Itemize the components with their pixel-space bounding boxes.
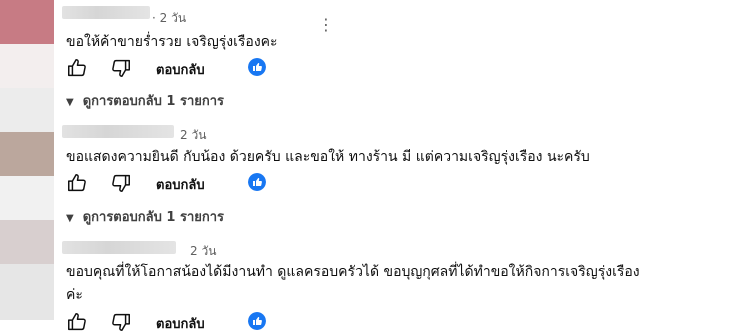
facebook-like-icon [248,173,266,191]
facebook-like-icon [248,312,266,330]
avatar-blur-area [0,176,54,220]
view-replies-button[interactable]: ▼ ดูการตอบกลับ 1 รายการ [66,90,224,111]
chevron-down-icon: ▼ [66,97,74,108]
dislike-icon[interactable] [110,172,132,194]
reply-button[interactable]: ตอบกลับ [156,313,205,334]
comment-actions: ตอบกลับ [66,172,366,196]
comment-time[interactable]: 2 วัน [190,242,216,261]
chevron-down-icon: ▼ [66,213,74,224]
comment-text-line-2: ค่ะ [66,287,83,303]
comment-text: ขอแสดงความยินดี กับน้อง ด้วยครับ และขอให… [66,149,590,165]
comment-time[interactable]: 2 วัน [180,126,206,145]
author-name-redacted[interactable] [62,241,176,254]
comment-time[interactable]: · 2 วัน [152,9,186,28]
facebook-like-icon [248,58,266,76]
comment-text-line-1: ขอบคุณที่ให้โอกาสน้องได้มีงานทำ ดูแลครอบ… [66,264,640,280]
view-replies-button[interactable]: ▼ ดูการตอบกลับ 1 รายการ [66,206,224,227]
comment-actions: ตอบกลับ [66,311,366,335]
avatar-blur-area [0,88,54,132]
avatar-comment-3[interactable] [0,220,54,264]
like-icon[interactable] [66,311,88,333]
view-replies-label: ดูการตอบกลับ 1 รายการ [82,210,225,225]
comment-text: ขอให้ค้าขายร่ำรวย เจริญรุ่งเรืองคะ [66,34,278,50]
like-icon[interactable] [66,172,88,194]
dislike-icon[interactable] [110,57,132,79]
author-name-redacted[interactable] [62,125,174,138]
avatar-blur-area [0,44,54,88]
like-icon[interactable] [66,57,88,79]
reply-button[interactable]: ตอบกลับ [156,174,205,195]
author-name-redacted[interactable] [62,6,150,19]
avatar-comment-2[interactable] [0,132,54,176]
more-options-icon[interactable]: ⋮ [318,15,335,34]
reply-button[interactable]: ตอบกลับ [156,59,205,80]
dislike-icon[interactable] [110,311,132,333]
avatar-blur-area [0,264,54,320]
avatar-comment-1[interactable] [0,0,54,44]
comment-actions: ตอบกลับ [66,57,366,81]
view-replies-label: ดูการตอบกลับ 1 รายการ [82,94,225,109]
